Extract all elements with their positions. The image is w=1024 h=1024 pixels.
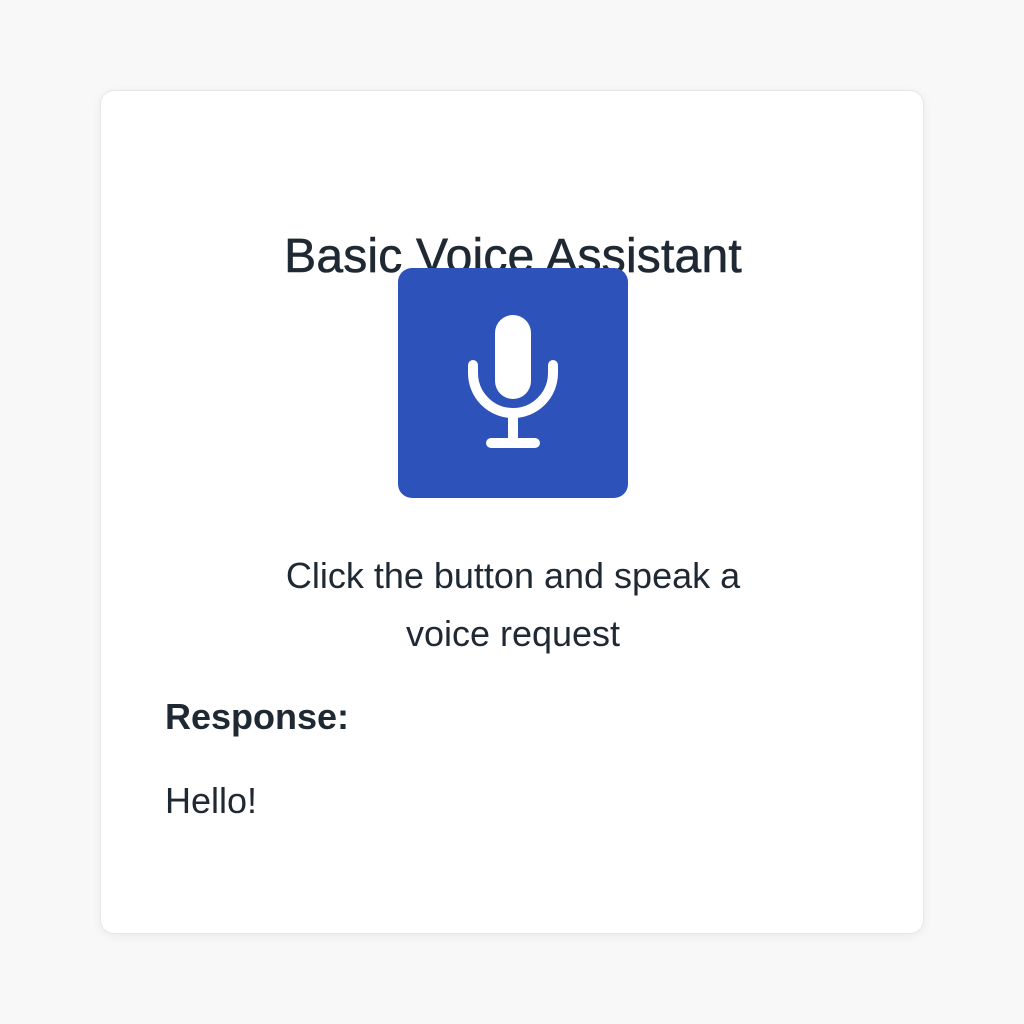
- response-text: Hello!: [165, 780, 258, 821]
- instructions-text: Click the button and speak a voice reque…: [101, 547, 925, 663]
- microphone-button[interactable]: [398, 268, 628, 498]
- instructions-line-2: voice request: [405, 613, 621, 654]
- instructions-line-1: Click the button and speak a: [285, 555, 741, 596]
- assistant-card: Basic Voice Assistant Click the button a…: [100, 90, 924, 934]
- microphone-icon: [468, 315, 558, 448]
- response-label: Response:: [165, 696, 350, 737]
